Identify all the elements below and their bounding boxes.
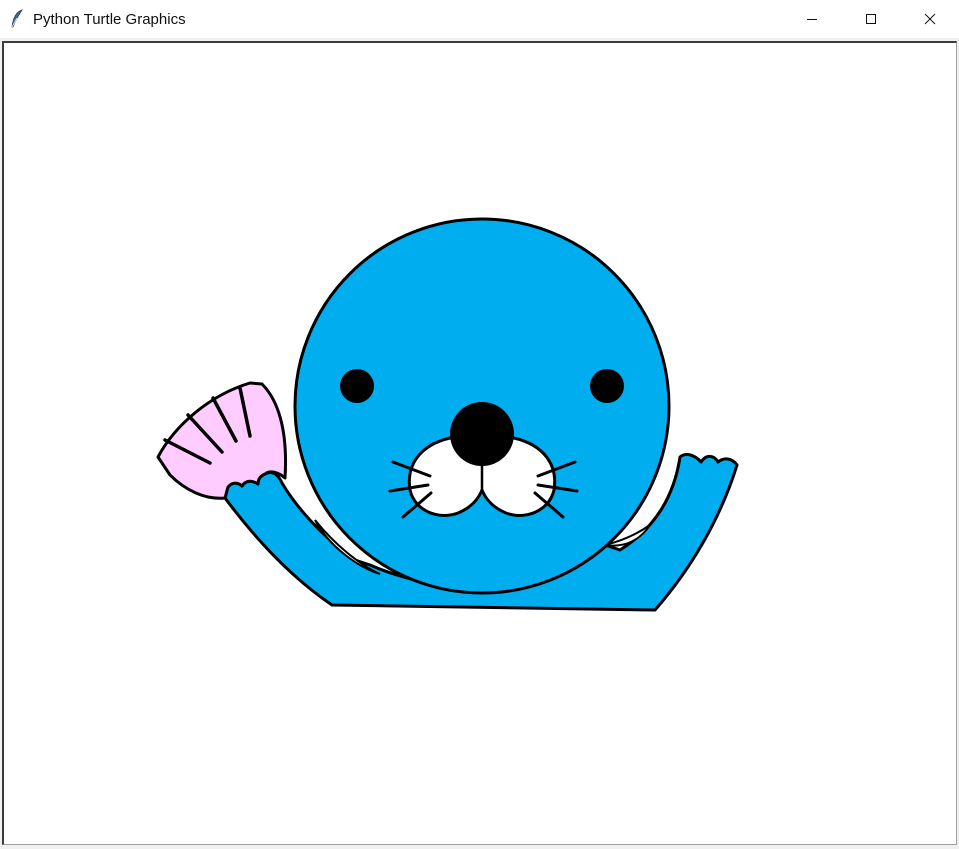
left-eye — [340, 369, 374, 403]
turtle-canvas[interactable] — [2, 41, 957, 845]
right-eye — [590, 369, 624, 403]
seal-drawing — [156, 217, 739, 612]
nose — [450, 402, 514, 466]
